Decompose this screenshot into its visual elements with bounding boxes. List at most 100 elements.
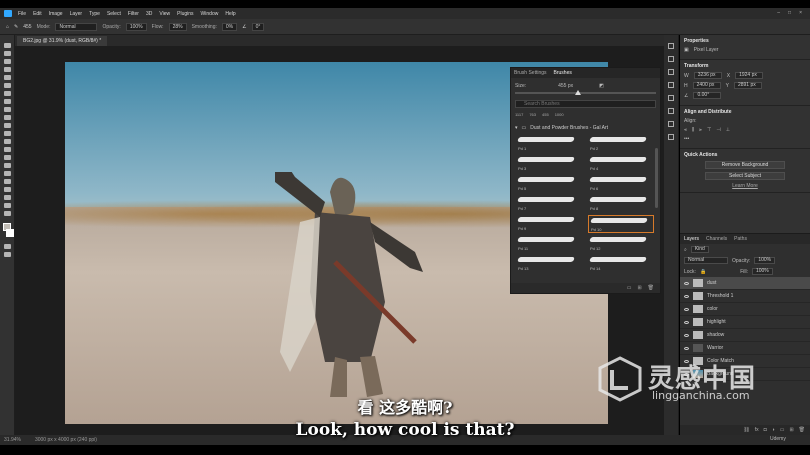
gradient-tool-icon[interactable]: [3, 139, 11, 144]
angle-input[interactable]: 0.00°: [693, 92, 722, 99]
tab-paths[interactable]: Paths: [734, 236, 747, 242]
eyedropper-tool-icon[interactable]: [3, 91, 11, 96]
menu-3d[interactable]: 3D: [146, 11, 152, 17]
angle-input[interactable]: 0°: [251, 22, 265, 31]
brush-item[interactable]: Pd 11: [516, 235, 582, 253]
brush-item[interactable]: Pd 12: [588, 235, 654, 253]
menu-filter[interactable]: Filter: [128, 11, 139, 17]
align-top-icon[interactable]: ⊤: [707, 127, 711, 133]
character-icon[interactable]: [668, 134, 674, 140]
layer-row-selected[interactable]: dust: [680, 277, 810, 290]
align-bottom-icon[interactable]: ⊥: [726, 127, 730, 133]
recent-brush[interactable]: 763: [529, 112, 536, 117]
menu-select[interactable]: Select: [107, 11, 121, 17]
more-tools-icon[interactable]: [3, 211, 11, 216]
mode-select[interactable]: Normal: [55, 22, 98, 31]
eye-icon[interactable]: [684, 281, 689, 285]
recent-brush[interactable]: 1117: [515, 112, 523, 117]
brush-item[interactable]: Pd 5: [516, 175, 582, 193]
minimize-button[interactable]: –: [777, 10, 780, 16]
layer-row[interactable]: color: [680, 303, 810, 316]
brush-item[interactable]: Pd 2: [588, 135, 654, 153]
menu-plugins[interactable]: Plugins: [177, 11, 193, 17]
move-tool-icon[interactable]: [3, 43, 11, 48]
brush-item[interactable]: Pd 7: [516, 195, 582, 213]
frame-tool-icon[interactable]: [3, 83, 11, 88]
crop-tool-icon[interactable]: [3, 75, 11, 80]
zoom-tool-icon[interactable]: [3, 203, 11, 208]
tab-layers[interactable]: Layers: [684, 236, 699, 242]
properties-tab[interactable]: Properties: [684, 38, 806, 44]
smoothing-input[interactable]: 0%: [221, 22, 238, 31]
folder-new-icon[interactable]: ▭: [627, 285, 632, 291]
align-right-icon[interactable]: ⫸: [699, 127, 702, 133]
close-button[interactable]: ×: [799, 10, 802, 16]
menu-layer[interactable]: Layer: [70, 11, 83, 17]
layer-opacity-input[interactable]: 100%: [754, 257, 776, 264]
flow-input[interactable]: 28%: [168, 22, 187, 31]
adjustments-icon[interactable]: [668, 69, 674, 75]
opacity-input[interactable]: 100%: [125, 22, 147, 31]
path-select-icon[interactable]: [3, 179, 11, 184]
brush-item[interactable]: Pd 4: [588, 155, 654, 173]
brush-search-input[interactable]: Search Brushes: [515, 100, 656, 108]
eye-icon[interactable]: [684, 320, 689, 324]
properties-icon[interactable]: [668, 56, 674, 62]
menu-file[interactable]: File: [18, 11, 26, 17]
marquee-tool-icon[interactable]: [3, 51, 11, 56]
y-input[interactable]: 2891 px: [733, 82, 762, 89]
history-brush-icon[interactable]: [3, 123, 11, 128]
fill-input[interactable]: 100%: [751, 268, 773, 275]
menu-window[interactable]: Window: [201, 11, 219, 17]
layer-row[interactable]: Threshold 1: [680, 290, 810, 303]
brush-preview-icon[interactable]: ◩: [599, 83, 604, 89]
brush-item-selected[interactable]: Pd 10: [588, 215, 654, 233]
layer-row[interactable]: highlight: [680, 316, 810, 329]
align-middle-icon[interactable]: ⊣: [716, 127, 720, 133]
pen-tool-icon[interactable]: [3, 163, 11, 168]
menu-edit[interactable]: Edit: [33, 11, 42, 17]
libraries-icon[interactable]: [668, 82, 674, 88]
document-tab[interactable]: BG2.jpg @ 31.9% (dust, RGB/8#) *: [17, 36, 108, 46]
brush-item[interactable]: Pd 9: [516, 215, 582, 233]
screen-mode-icon[interactable]: [3, 252, 11, 257]
dodge-tool-icon[interactable]: [3, 155, 11, 160]
brush-group[interactable]: ▾ ▭ Dust and Powder Brushes - Gal Art: [511, 121, 660, 135]
tab-brush-settings[interactable]: Brush Settings: [514, 70, 547, 76]
eraser-tool-icon[interactable]: [3, 131, 11, 136]
menu-image[interactable]: Image: [49, 11, 63, 17]
kind-filter-select[interactable]: Kind: [690, 246, 709, 253]
background-color-swatch[interactable]: [6, 229, 14, 237]
brush-size-slider[interactable]: [515, 90, 656, 95]
eye-icon[interactable]: [684, 333, 689, 337]
maximize-button[interactable]: □: [788, 10, 791, 16]
swatches-icon[interactable]: [668, 95, 674, 101]
recent-brush[interactable]: 455: [542, 112, 549, 117]
trash-icon[interactable]: 🗑: [648, 285, 654, 291]
slider-knob[interactable]: [575, 90, 581, 95]
quick-mask-icon[interactable]: [3, 244, 11, 249]
eye-icon[interactable]: [684, 346, 689, 350]
menu-help[interactable]: Help: [225, 11, 235, 17]
chevron-down-icon[interactable]: ▾: [515, 125, 518, 131]
blend-mode-select[interactable]: Normal: [684, 257, 728, 264]
learn-more-link[interactable]: Learn More: [684, 183, 806, 189]
align-left-icon[interactable]: ⫷: [684, 127, 687, 133]
brush-settings-icon[interactable]: [668, 108, 674, 114]
tab-channels[interactable]: Channels: [706, 236, 727, 242]
recent-brush[interactable]: 1000: [555, 112, 564, 117]
brush-size-value[interactable]: 455: [23, 24, 31, 30]
brush-item[interactable]: Pd 6: [588, 175, 654, 193]
eye-icon[interactable]: [684, 307, 689, 311]
select-subject-button[interactable]: Select Subject: [705, 172, 785, 180]
stamp-tool-icon[interactable]: [3, 115, 11, 120]
brush-tool-icon[interactable]: ✎: [14, 24, 18, 30]
healing-tool-icon[interactable]: [3, 99, 11, 104]
remove-background-button[interactable]: Remove Background: [705, 161, 785, 169]
brush-item[interactable]: Pd 14: [588, 255, 654, 273]
lasso-tool-icon[interactable]: [3, 59, 11, 64]
quick-select-tool-icon[interactable]: [3, 67, 11, 72]
brushes-scrollbar[interactable]: [655, 148, 658, 208]
align-center-icon[interactable]: ⫼: [692, 127, 694, 133]
shape-tool-icon[interactable]: [3, 187, 11, 192]
